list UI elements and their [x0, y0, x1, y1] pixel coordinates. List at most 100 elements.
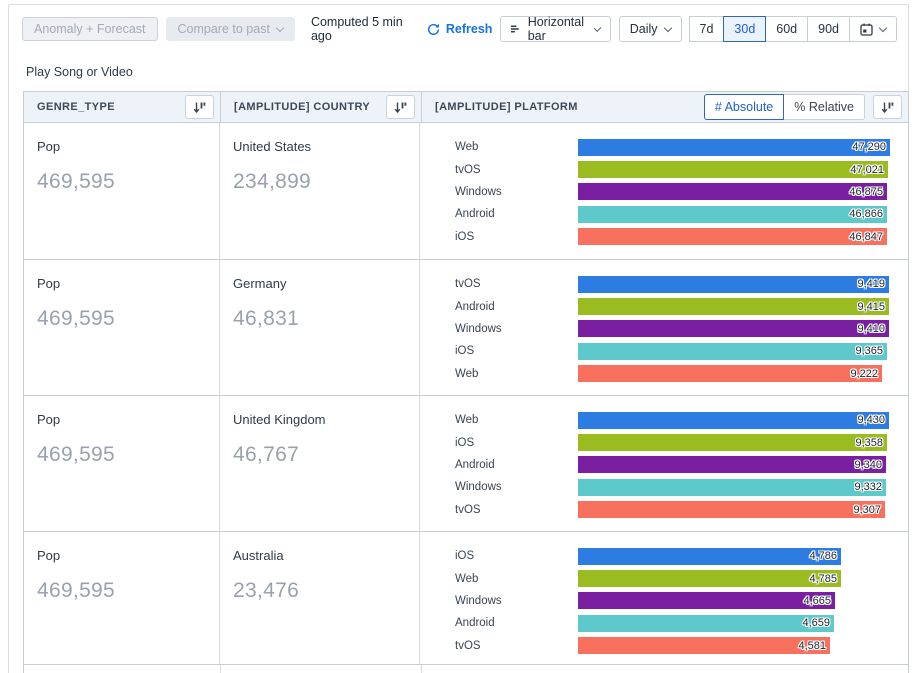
table-row-partial — [23, 665, 909, 673]
chevron-down-icon — [276, 23, 284, 31]
platform-label: Web — [455, 414, 578, 426]
anomaly-forecast-button[interactable]: Anomaly + Forecast — [22, 17, 158, 41]
bar-track: 4,665 — [578, 592, 908, 609]
platform-label: iOS — [455, 437, 578, 449]
bar-segment-android[interactable]: 9,340 — [578, 456, 886, 473]
bar-value-label: 4,581 — [798, 640, 826, 652]
bar-segment-windows[interactable]: 9,332 — [578, 479, 886, 496]
bar-segment-tvos[interactable]: 9,307 — [578, 501, 885, 518]
country-name: United Kingdom — [233, 412, 419, 427]
bar-track: 9,332 — [578, 479, 908, 496]
platform-line: Android 46,866 — [455, 203, 908, 225]
bar-segment-windows[interactable]: 46,875 — [578, 183, 887, 200]
range-7d-button[interactable]: 7d — [689, 16, 725, 42]
bar-value-label: 9,419 — [857, 278, 885, 290]
country-total: 46,767 — [233, 443, 419, 467]
bar-value-label: 4,785 — [809, 573, 837, 585]
interval-dropdown[interactable]: Daily — [619, 16, 682, 42]
table-row: Pop469,595Germany46,831 tvOS 9,419 Android9… — [23, 260, 909, 396]
bar-track: 4,659 — [578, 615, 908, 632]
bar-segment-tvos[interactable]: 9,419 — [578, 276, 889, 293]
relative-toggle-button[interactable]: % Relative — [783, 94, 865, 120]
bar-segment-tvos[interactable]: 4,581 — [578, 637, 830, 654]
platform-cell: Web47,290tvOS47,021Windows46,875Android4… — [420, 123, 908, 259]
sort-genre-button[interactable] — [185, 95, 214, 119]
custom-date-range-button[interactable] — [849, 16, 897, 42]
platform-label: Web — [455, 368, 578, 380]
bar-value-label: 47,021 — [850, 164, 884, 176]
partial-cell — [24, 665, 221, 673]
header-genre-label: GENRE_TYPE — [37, 101, 115, 113]
platform-label: tvOS — [455, 278, 578, 290]
chart-type-label: Horizontal bar — [528, 15, 588, 43]
chart-type-dropdown[interactable]: Horizontal bar — [500, 16, 610, 42]
platform-label: Windows — [455, 595, 578, 607]
bar-value-label: 9,415 — [857, 301, 885, 313]
table-body: Pop469,595United States234,899Web47,290t… — [23, 123, 909, 673]
bar-segment-web[interactable]: 4,785 — [578, 570, 841, 587]
bar-segment-tvos[interactable]: 47,021 — [578, 161, 888, 178]
platform-label: iOS — [455, 550, 578, 562]
header-platform-label: [AMPLITUDE] PLATFORM — [435, 101, 578, 113]
range-90d-button[interactable]: 90d — [807, 16, 850, 42]
bar-value-label: 4,665 — [803, 595, 831, 607]
bar-segment-windows[interactable]: 9,410 — [578, 320, 889, 337]
bar-track: 9,358 — [578, 434, 908, 451]
genre-total: 469,595 — [37, 170, 219, 194]
bar-segment-ios[interactable]: 9,365 — [578, 343, 887, 360]
platform-label: iOS — [455, 345, 578, 357]
sort-platform-button[interactable] — [873, 95, 902, 119]
bar-track: 46,875 — [578, 183, 908, 200]
bar-track: 47,021 — [578, 161, 908, 178]
interval-label: Daily — [630, 22, 658, 36]
platform-line: iOS46,847 — [455, 226, 908, 248]
bar-segment-ios[interactable]: 9,358 — [578, 434, 887, 451]
platform-line: iOS4,786 — [455, 545, 908, 567]
bar-value-label: 47,290 — [852, 141, 886, 153]
bar-segment-web[interactable]: 47,290 — [578, 139, 890, 156]
chevron-down-icon — [593, 24, 601, 32]
bar-track: 9,365 — [578, 343, 908, 360]
bar-segment-android[interactable]: 4,659 — [578, 615, 834, 632]
genre-cell: Pop469,595 — [24, 532, 220, 664]
platform-line: tvOS 9,419 — [455, 273, 908, 295]
country-cell: Germany46,831 — [220, 260, 420, 395]
genre-cell: Pop469,595 — [24, 260, 220, 395]
bar-segment-web[interactable]: 9,430 — [578, 412, 889, 429]
platform-line: tvOS47,021 — [455, 158, 908, 180]
bar-track: 9,222 — [578, 365, 908, 382]
range-30d-button[interactable]: 30d — [723, 16, 766, 42]
chevron-down-icon — [663, 23, 671, 31]
platform-line: Web9,430 — [455, 409, 908, 431]
bar-value-label: 46,866 — [849, 208, 883, 220]
bar-segment-web[interactable]: 9,222 — [578, 365, 882, 382]
bar-value-label: 9,358 — [855, 437, 883, 449]
table-row: Pop469,595Australia23,476iOS4,786Web4,78… — [23, 532, 909, 665]
platform-line: Android9,415 — [455, 295, 908, 317]
genre-cell: Pop469,595 — [24, 396, 220, 531]
compare-to-past-dropdown[interactable]: Compare to past — [166, 17, 295, 41]
platform-label: Android — [455, 617, 578, 629]
platform-line: Windows9,410 — [455, 318, 908, 340]
genre-total: 469,595 — [37, 307, 219, 331]
refresh-button[interactable]: Refresh — [427, 22, 493, 36]
platform-label: Windows — [455, 323, 578, 335]
bar-segment-ios[interactable]: 4,786 — [578, 548, 841, 565]
bar-track: 9,340 — [578, 456, 908, 473]
absolute-toggle-button[interactable]: # Absolute — [704, 94, 784, 120]
bar-segment-windows[interactable]: 4,665 — [578, 592, 835, 609]
breakdown-table: GENRE_TYPE [AMPLITUDE] COUNTRY — [23, 91, 909, 673]
bar-segment-android[interactable]: 46,866 — [578, 206, 887, 223]
bar-value-label: 9,332 — [854, 481, 882, 493]
platform-cell: iOS4,786Web4,785Windows4,665Android4,659… — [420, 532, 908, 664]
bar-segment-android[interactable]: 9,415 — [578, 298, 889, 315]
genre-total: 469,595 — [37, 579, 219, 603]
header-platform: [AMPLITUDE] PLATFORM # Absolute % Relati… — [422, 92, 908, 122]
bar-value-label: 9,340 — [854, 459, 882, 471]
platform-line: Web4,785 — [455, 567, 908, 589]
platform-label: Android — [455, 208, 578, 220]
range-60d-button[interactable]: 60d — [765, 16, 808, 42]
bar-segment-ios[interactable]: 46,847 — [578, 228, 887, 245]
bar-value-label: 46,875 — [849, 186, 883, 198]
sort-country-button[interactable] — [386, 95, 415, 119]
